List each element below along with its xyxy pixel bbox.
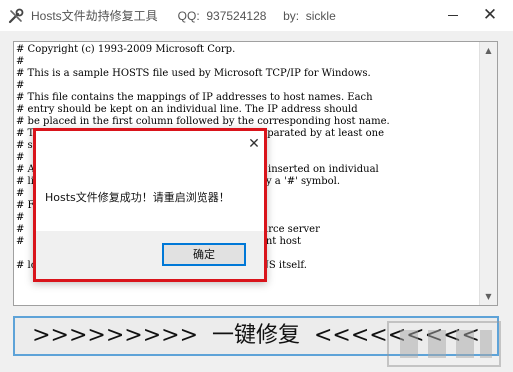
success-dialog: ✕ Hosts文件修复成功！请重启浏览器！ 确定 [33, 128, 267, 282]
title-bar: Hosts文件劫持修复工具 QQ: 937524128 by: sickle ✕ [0, 0, 513, 31]
vertical-scrollbar[interactable]: ▲ ▼ [479, 42, 497, 305]
tools-icon [8, 8, 24, 24]
hosts-line: # entry should be kept on an individual … [16, 104, 358, 115]
hosts-line: # Copyright (c) 1993-2009 Microsoft Corp… [16, 44, 236, 55]
scroll-down-icon[interactable]: ▼ [480, 288, 497, 305]
hosts-line: # [16, 188, 25, 199]
watermark-logo [387, 321, 501, 367]
dialog-footer: 确定 [36, 231, 264, 279]
hosts-line: # [16, 212, 25, 223]
window-title: Hosts文件劫持修复工具 QQ: 937524128 by: sickle [31, 9, 336, 23]
dialog-close-icon[interactable]: ✕ [244, 134, 264, 154]
ok-button[interactable]: 确定 [162, 243, 246, 266]
hosts-line: # [16, 56, 25, 67]
close-icon[interactable]: ✕ [470, 0, 510, 31]
minimize-icon[interactable] [438, 0, 468, 31]
dialog-message: Hosts文件修复成功！请重启浏览器！ [45, 191, 230, 204]
hosts-line: # This file contains the mappings of IP … [16, 92, 373, 103]
hosts-line: # be placed in the first column followed… [16, 116, 390, 127]
hosts-line: # This is a sample HOSTS file used by Mi… [16, 68, 371, 79]
scroll-up-icon[interactable]: ▲ [480, 42, 497, 59]
hosts-line: # [16, 152, 25, 163]
hosts-line: # [16, 80, 25, 91]
